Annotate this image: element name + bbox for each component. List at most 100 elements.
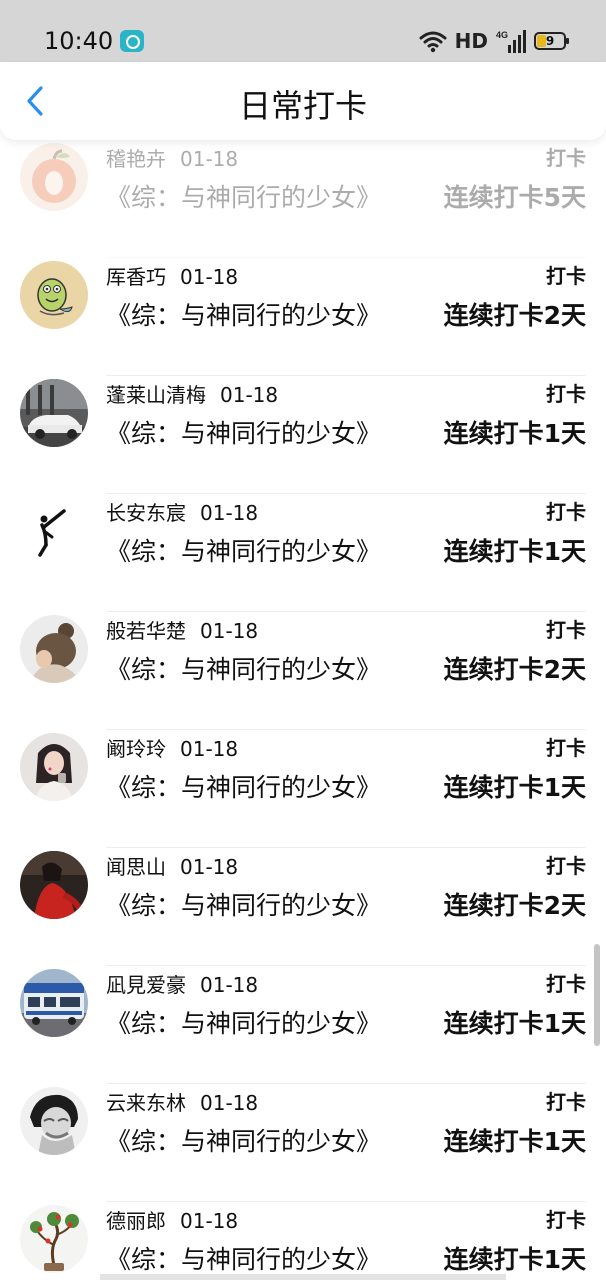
checkin-tag: 打卡 xyxy=(546,264,586,288)
book-title[interactable]: 《综：与神同行的少女》 xyxy=(106,1124,381,1160)
user-name: 阚玲玲 xyxy=(106,737,166,761)
checkin-date: 01-18 xyxy=(200,619,259,643)
avatar[interactable] xyxy=(20,497,88,565)
checkin-tag: 打卡 xyxy=(546,382,586,406)
user-name-line: 长安东宸 01-18 xyxy=(106,499,258,527)
avatar[interactable] xyxy=(20,733,88,801)
user-name-line: 稽艳卉 01-18 xyxy=(106,145,238,173)
list-item[interactable]: 蓬莱山清梅 01-18 打卡 《综：与神同行的少女》 连续打卡1天 xyxy=(0,376,606,494)
user-name: 长安东宸 xyxy=(106,501,186,525)
svg-text:4G: 4G xyxy=(496,30,508,40)
book-title[interactable]: 《综：与神同行的少女》 xyxy=(106,180,381,216)
avatar[interactable] xyxy=(20,143,88,211)
streak-count: 连续打卡1天 xyxy=(443,1127,586,1156)
book-title[interactable]: 《综：与神同行的少女》 xyxy=(106,888,381,924)
user-name-line: 凪見爱豪 01-18 xyxy=(106,971,258,999)
book-title[interactable]: 《综：与神同行的少女》 xyxy=(106,1242,381,1278)
bonsai-tree-icon xyxy=(20,1205,88,1273)
checkin-date: 01-18 xyxy=(180,855,239,879)
hd-label: HD xyxy=(454,29,488,53)
user-name-line: 闻思山 01-18 xyxy=(106,853,238,881)
crying-person-icon xyxy=(20,1087,88,1155)
app-header: 日常打卡 xyxy=(0,62,606,140)
book-title[interactable]: 《综：与神同行的少女》 xyxy=(106,1006,381,1042)
avatar[interactable] xyxy=(20,261,88,329)
kick-figure-icon xyxy=(20,497,88,565)
avatar[interactable] xyxy=(20,615,88,683)
checkin-date: 01-18 xyxy=(180,147,239,171)
user-name-line: 厍香巧 01-18 xyxy=(106,263,238,291)
status-time: 10:40 xyxy=(44,27,114,55)
wifi-icon xyxy=(419,31,447,53)
user-name: 般若华楚 xyxy=(106,619,186,643)
battery-icon: 9 xyxy=(534,32,569,50)
list-item[interactable]: 长安东宸 01-18 打卡 《综：与神同行的少女》 连续打卡1天 xyxy=(0,494,606,612)
user-name: 厍香巧 xyxy=(106,265,166,289)
avatar[interactable] xyxy=(20,969,88,1037)
checkin-date: 01-18 xyxy=(180,1209,239,1233)
user-name: 德丽郎 xyxy=(106,1209,166,1233)
user-name: 稽艳卉 xyxy=(106,147,166,171)
avatar[interactable] xyxy=(20,851,88,919)
streak-count: 连续打卡5天 xyxy=(443,183,586,212)
avatar[interactable] xyxy=(20,1205,88,1273)
checkin-date: 01-18 xyxy=(220,383,279,407)
battery-level: 9 xyxy=(545,34,555,48)
checkin-tag: 打卡 xyxy=(546,500,586,524)
checkin-date: 01-18 xyxy=(200,501,259,525)
list-item[interactable]: 德丽郎 01-18 打卡 《综：与神同行的少女》 连续打卡1天 xyxy=(0,1202,606,1280)
book-title[interactable]: 《综：与神同行的少女》 xyxy=(106,534,381,570)
streak-count: 连续打卡2天 xyxy=(443,655,586,684)
avatar[interactable] xyxy=(20,379,88,447)
streak-count: 连续打卡2天 xyxy=(443,891,586,920)
user-name-line: 般若华楚 01-18 xyxy=(106,617,258,645)
user-name-line: 云来东林 01-18 xyxy=(106,1089,258,1117)
checkin-date: 01-18 xyxy=(200,973,259,997)
status-bar: 10:40 HD 4G 9 xyxy=(0,0,606,62)
checkin-tag: 打卡 xyxy=(546,1090,586,1114)
streak-count: 连续打卡1天 xyxy=(443,1009,586,1038)
apple-drawing-icon xyxy=(20,143,88,211)
list-item[interactable]: 云来东林 01-18 打卡 《综：与神同行的少女》 连续打卡1天 xyxy=(0,1084,606,1202)
red-dress-girl-icon xyxy=(20,851,88,919)
book-title[interactable]: 《综：与神同行的少女》 xyxy=(106,770,381,806)
scrollbar[interactable] xyxy=(594,944,600,1046)
checkin-tag: 打卡 xyxy=(546,146,586,170)
book-title[interactable]: 《综：与神同行的少女》 xyxy=(106,298,381,334)
streak-count: 连续打卡1天 xyxy=(443,419,586,448)
checkin-tag: 打卡 xyxy=(546,972,586,996)
user-name: 蓬莱山清梅 xyxy=(106,383,206,407)
user-name: 云来东林 xyxy=(106,1091,186,1115)
list-item[interactable]: 阚玲玲 01-18 打卡 《综：与神同行的少女》 连续打卡1天 xyxy=(0,730,606,848)
girl-hair-bun-icon xyxy=(20,615,88,683)
list-item[interactable]: 般若华楚 01-18 打卡 《综：与神同行的少女》 连续打卡2天 xyxy=(0,612,606,730)
user-name-line: 阚玲玲 01-18 xyxy=(106,735,238,763)
streak-count: 连续打卡2天 xyxy=(443,301,586,330)
streak-count: 连续打卡1天 xyxy=(443,537,586,566)
user-name: 闻思山 xyxy=(106,855,166,879)
book-title[interactable]: 《综：与神同行的少女》 xyxy=(106,652,381,688)
bottom-edge-indicator xyxy=(100,1274,506,1280)
streak-count: 连续打卡1天 xyxy=(443,1245,586,1274)
checkin-tag: 打卡 xyxy=(546,854,586,878)
checkin-date: 01-18 xyxy=(180,265,239,289)
user-name: 凪見爱豪 xyxy=(106,973,186,997)
bus-street-icon xyxy=(20,969,88,1037)
checkin-tag: 打卡 xyxy=(546,1208,586,1232)
girl-portrait-icon xyxy=(20,733,88,801)
signal-icon: 4G xyxy=(496,30,526,53)
list-item[interactable]: 稽艳卉 01-18 打卡 《综：与神同行的少女》 连续打卡5天 xyxy=(0,140,606,258)
list-item[interactable]: 凪見爱豪 01-18 打卡 《综：与神同行的少女》 连续打卡1天 xyxy=(0,966,606,1084)
message-notification-icon xyxy=(120,30,144,52)
checkin-tag: 打卡 xyxy=(546,736,586,760)
book-title[interactable]: 《综：与神同行的少女》 xyxy=(106,416,381,452)
page-title: 日常打卡 xyxy=(238,87,367,125)
avatar[interactable] xyxy=(20,1087,88,1155)
car-building-icon xyxy=(20,379,88,447)
checkin-date: 01-18 xyxy=(180,737,239,761)
user-name-line: 德丽郎 01-18 xyxy=(106,1207,238,1235)
checkin-date: 01-18 xyxy=(200,1091,259,1115)
list-item[interactable]: 厍香巧 01-18 打卡 《综：与神同行的少女》 连续打卡2天 xyxy=(0,258,606,376)
checkin-tag: 打卡 xyxy=(546,618,586,642)
list-item[interactable]: 闻思山 01-18 打卡 《综：与神同行的少女》 连续打卡2天 xyxy=(0,848,606,966)
